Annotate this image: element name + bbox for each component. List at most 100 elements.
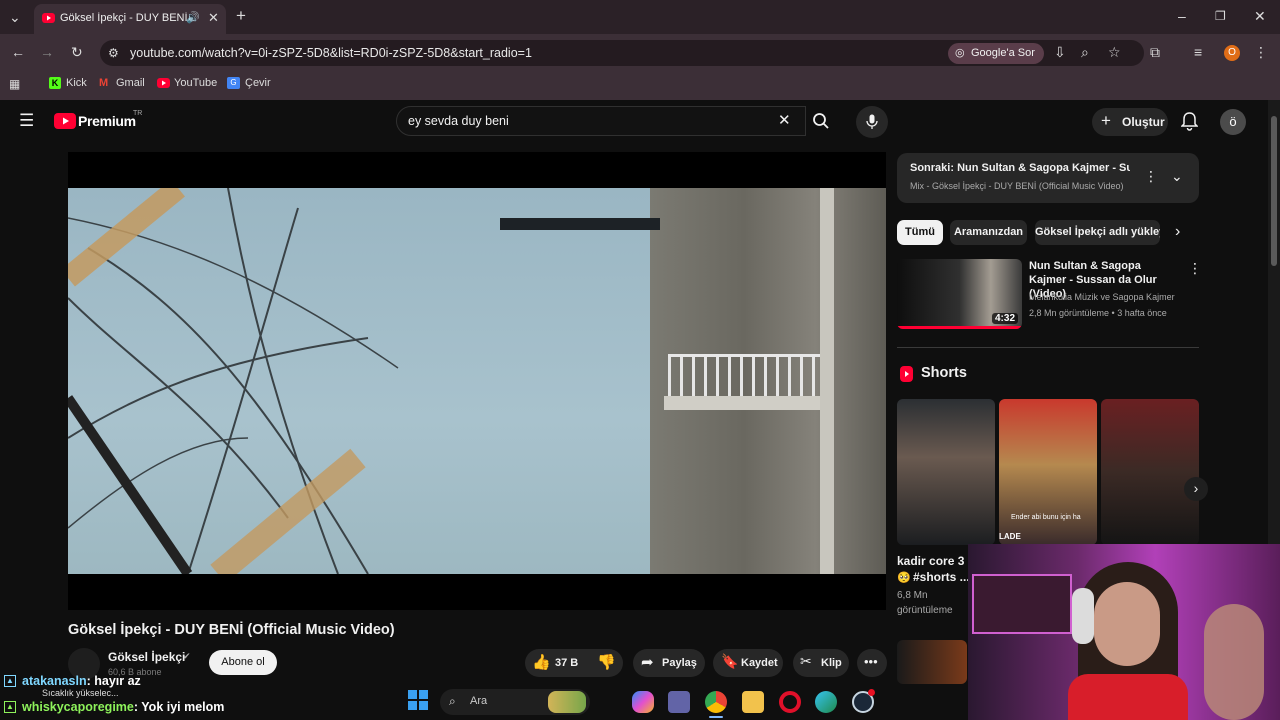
youtube-brand: Premium bbox=[78, 113, 136, 129]
scissors-icon: ✂ bbox=[800, 653, 812, 669]
maximize-icon[interactable]: ❐ bbox=[1215, 9, 1226, 23]
microphone-icon bbox=[866, 114, 878, 129]
new-tab-icon[interactable]: + bbox=[236, 7, 246, 24]
gmail-icon: M bbox=[99, 77, 109, 89]
short-views-label: görüntüleme bbox=[897, 605, 953, 616]
chat-message: : hayır az bbox=[86, 674, 141, 688]
up-next-menu-icon[interactable]: ⋮ bbox=[1144, 168, 1158, 185]
google-lens-icon: ◎ bbox=[955, 47, 965, 59]
shorts-next-button[interactable]: › bbox=[1184, 477, 1208, 501]
minimize-icon[interactable]: – bbox=[1178, 9, 1186, 23]
kick-icon: K bbox=[49, 77, 61, 89]
chat-username: whiskycaporegime bbox=[22, 700, 134, 714]
scrollbar-thumb[interactable] bbox=[1271, 116, 1277, 266]
chat-line-1: ▲ atakanasln: hayır az bbox=[4, 674, 141, 688]
recommendation-thumbnail[interactable]: 4:32 bbox=[897, 259, 1022, 329]
short-views: 6,8 Mn bbox=[897, 590, 928, 601]
translate-icon: G bbox=[227, 77, 240, 89]
like-count[interactable]: 37 B bbox=[555, 657, 578, 669]
chip-uploader[interactable]: Göksel İpekçi adlı yükleyici bbox=[1035, 220, 1160, 245]
windows-start-icon[interactable] bbox=[408, 690, 428, 710]
share-label: Paylaş bbox=[662, 657, 697, 669]
chevron-right-icon[interactable]: › bbox=[1175, 223, 1180, 241]
taskbar-search[interactable]: ⌕ Ara bbox=[440, 689, 590, 715]
video-player[interactable] bbox=[68, 152, 886, 610]
webcam-wall-sign bbox=[972, 574, 1072, 634]
short-caption-2[interactable]: #shorts ... bbox=[913, 570, 970, 584]
taskbar-search-label: Ara bbox=[470, 695, 488, 707]
chip-all[interactable]: Tümü bbox=[897, 220, 943, 245]
short-thumbnail-2[interactable]: Ender abi bunu için ha LADE bbox=[999, 399, 1097, 545]
file-explorer-icon[interactable] bbox=[742, 691, 764, 713]
teams-icon[interactable] bbox=[668, 691, 690, 713]
webcam-headphones bbox=[1072, 588, 1094, 644]
next-item-thumbnail[interactable] bbox=[897, 640, 967, 684]
chevron-down-icon[interactable]: ⌄ bbox=[1171, 168, 1183, 185]
video-frame bbox=[68, 188, 886, 574]
youtube-logo-icon[interactable] bbox=[54, 113, 76, 129]
bookmark-youtube[interactable]: YouTube bbox=[174, 77, 217, 89]
close-window-icon[interactable]: ✕ bbox=[1254, 9, 1266, 23]
webcam-overlay bbox=[968, 544, 1280, 720]
hamburger-menu-icon[interactable]: ☰ bbox=[19, 112, 34, 129]
install-icon[interactable]: ⇩ bbox=[1054, 45, 1066, 59]
recommendation-meta: 2,8 Mn görüntüleme • 3 hafta önce bbox=[1029, 308, 1167, 318]
ask-google-label: Google'a Sor bbox=[971, 47, 1035, 59]
chip-from-search[interactable]: Aramanızdan bbox=[950, 220, 1027, 245]
subscribe-button[interactable]: Abone ol bbox=[209, 650, 277, 675]
browser-tab[interactable]: Göksel İpekçi - DUY BENİ (O 🔊 ✕ bbox=[34, 4, 226, 34]
short-thumbnail-1[interactable] bbox=[897, 399, 995, 545]
bookmark-star-icon[interactable]: ☆ bbox=[1108, 45, 1121, 59]
recommendation-menu-icon[interactable]: ⋮ bbox=[1188, 260, 1202, 277]
short-caption-1[interactable]: kadir core 3 bbox=[897, 554, 964, 568]
media-control-icon[interactable]: ≡ bbox=[1194, 45, 1202, 59]
reload-icon[interactable]: ↻ bbox=[71, 45, 83, 59]
voice-search-button[interactable] bbox=[856, 106, 888, 138]
webcam-shirt bbox=[1068, 674, 1188, 720]
chat-username: atakanasln bbox=[22, 674, 87, 688]
save-icon: 🔖 bbox=[721, 653, 739, 669]
search-highlight-image bbox=[548, 691, 586, 713]
forward-icon[interactable]: → bbox=[40, 45, 54, 59]
save-label: Kaydet bbox=[741, 657, 778, 669]
short-overlay-text: Ender abi bunu için ha bbox=[1011, 514, 1081, 521]
zoom-icon[interactable]: ⌕ bbox=[1081, 45, 1089, 59]
site-info-icon[interactable]: ⚙ bbox=[108, 46, 119, 60]
video-fence-wire bbox=[68, 188, 399, 574]
ask-google-button[interactable]: ◎ Google'a Sor bbox=[948, 43, 1044, 64]
recommendation-channel[interactable]: Melankolia Müzik ve Sagopa Kajmer bbox=[1029, 292, 1175, 302]
chat-line-2: ▲ whiskycaporegime: Yok iyi melom bbox=[4, 700, 224, 714]
copilot-icon[interactable] bbox=[632, 691, 654, 713]
webcam-hand bbox=[1204, 604, 1264, 720]
dislike-icon[interactable]: 👎 bbox=[597, 653, 616, 671]
video-title: Göksel İpekçi - DUY BENİ (Official Music… bbox=[68, 622, 395, 638]
search-button[interactable] bbox=[806, 106, 836, 136]
account-avatar[interactable]: ö bbox=[1220, 109, 1246, 135]
up-next-title: Sonraki: Nun Sultan & Sagopa Kajmer - Su… bbox=[910, 162, 1130, 174]
tab-close-icon[interactable]: ✕ bbox=[208, 10, 219, 26]
profile-avatar[interactable]: O bbox=[1224, 45, 1240, 61]
extensions-icon[interactable]: ⧉ bbox=[1150, 45, 1160, 59]
notifications-bell-icon[interactable] bbox=[1181, 112, 1198, 131]
opera-icon[interactable] bbox=[779, 691, 801, 713]
bookmark-kick[interactable]: Kick bbox=[66, 77, 87, 89]
notification-dot bbox=[868, 689, 875, 696]
edge-icon[interactable] bbox=[815, 691, 837, 713]
clear-search-icon[interactable]: ✕ bbox=[778, 113, 791, 128]
rec-duration: 4:32 bbox=[991, 313, 1018, 324]
chrome-active-indicator bbox=[709, 716, 723, 718]
channel-name[interactable]: Göksel İpekçi bbox=[108, 650, 185, 664]
youtube-bookmark-icon bbox=[157, 78, 170, 88]
short-thumbnail-3[interactable] bbox=[1101, 399, 1199, 545]
url-text[interactable]: youtube.com/watch?v=0i-zSPZ-5D8&list=RD0… bbox=[130, 46, 532, 60]
bookmark-gmail[interactable]: Gmail bbox=[116, 77, 145, 89]
tab-search-icon[interactable]: ⌄ bbox=[9, 10, 21, 24]
tab-audio-icon[interactable]: 🔊 bbox=[186, 11, 200, 24]
apps-icon[interactable]: ▦ bbox=[9, 77, 20, 91]
like-icon[interactable]: 👍 bbox=[532, 653, 551, 671]
bookmark-translate[interactable]: Çevir bbox=[245, 77, 271, 89]
clip-label: Klip bbox=[821, 657, 842, 669]
menu-icon[interactable]: ⋮ bbox=[1254, 45, 1268, 59]
back-icon[interactable]: ← bbox=[11, 45, 25, 59]
chrome-icon[interactable] bbox=[705, 691, 727, 713]
